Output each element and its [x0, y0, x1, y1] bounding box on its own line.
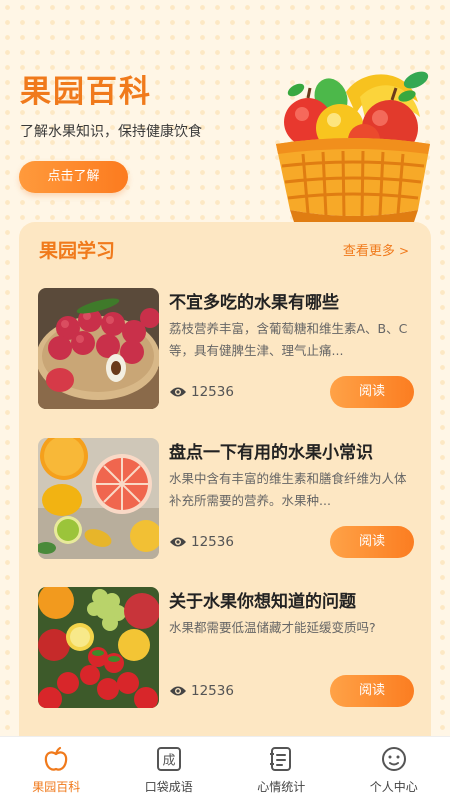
article-title: 关于水果你想知道的问题: [169, 592, 356, 612]
chevron-right-icon: >: [398, 244, 409, 258]
article-desc: 水果中含有丰富的维生素和膳食纤维为人体补充所需要的营养。水果种...: [169, 471, 407, 508]
article-card[interactable]: 不宜多吃的水果有哪些 荔枝营养丰富，含葡萄糖和维生素A、B、C等，具有健脾生津、…: [38, 288, 414, 413]
view-count: 12536: [169, 384, 234, 400]
bottom-tab-bar: 果园百科 成 口袋成语 心情统计 个人中心: [0, 736, 450, 800]
notes-icon: [270, 747, 292, 771]
view-more-label: 查看更多: [342, 244, 395, 259]
tab-pocket-idioms[interactable]: 成 口袋成语: [113, 737, 226, 800]
article-desc: 水果都需要低温储藏才能延缓变质吗?: [169, 620, 376, 635]
view-count-value: 12536: [191, 534, 234, 550]
eye-icon: [170, 387, 186, 397]
eye-icon: [170, 537, 186, 547]
tab-label: 心情统计: [257, 780, 306, 794]
read-button[interactable]: 阅读: [330, 675, 414, 707]
tab-label: 口袋成语: [144, 780, 193, 794]
eye-icon: [170, 686, 186, 696]
read-button[interactable]: 阅读: [330, 376, 414, 408]
learning-panel: 果园学习 查看更多 > 不宜多吃的水果有哪些 荔枝营养丰富，含葡萄糖和维生素A、…: [19, 222, 431, 752]
article-card[interactable]: 盘点一下有用的水果小常识 水果中含有丰富的维生素和膳食纤维为人体补充所需要的营养…: [38, 438, 414, 563]
view-more-link[interactable]: 查看更多 >: [343, 240, 409, 259]
fruit-basket-illustration: [276, 71, 430, 227]
article-desc: 荔枝营养丰富，含葡萄糖和维生素A、B、C等，具有健脾生津、理气止痛...: [169, 321, 408, 358]
page-title: 果园百科: [20, 74, 152, 110]
lychee-image: [38, 288, 159, 409]
apple-icon: [45, 746, 68, 771]
view-count: 12536: [169, 534, 234, 550]
mixed-fruit-image: [38, 587, 159, 708]
citrus-image: [38, 438, 159, 559]
read-button[interactable]: 阅读: [330, 526, 414, 558]
view-count-value: 12536: [191, 683, 234, 699]
article-title: 不宜多吃的水果有哪些: [169, 293, 339, 313]
idiom-icon: 成: [156, 747, 181, 771]
tab-personal-center[interactable]: 个人中心: [338, 737, 450, 800]
article-card[interactable]: 关于水果你想知道的问题 水果都需要低温储藏才能延缓变质吗? 12536 阅读: [38, 587, 414, 712]
learn-more-button[interactable]: 点击了解: [19, 161, 128, 193]
article-title: 盘点一下有用的水果小常识: [169, 443, 373, 463]
tab-orchard-encyclopedia[interactable]: 果园百科: [0, 737, 113, 800]
hero-banner: 果园百科 了解水果知识，保持健康饮食 点击了解: [0, 0, 450, 227]
tab-label: 果园百科: [32, 780, 81, 794]
svg-text:成: 成: [162, 754, 175, 769]
view-count: 12536: [169, 683, 234, 699]
section-title: 果园学习: [39, 240, 116, 262]
smiley-icon: [381, 747, 406, 771]
hero-subtitle: 了解水果知识，保持健康饮食: [20, 124, 202, 140]
tab-label: 个人中心: [369, 780, 418, 794]
tab-mood-stats[interactable]: 心情统计: [225, 737, 338, 800]
view-count-value: 12536: [191, 384, 234, 400]
